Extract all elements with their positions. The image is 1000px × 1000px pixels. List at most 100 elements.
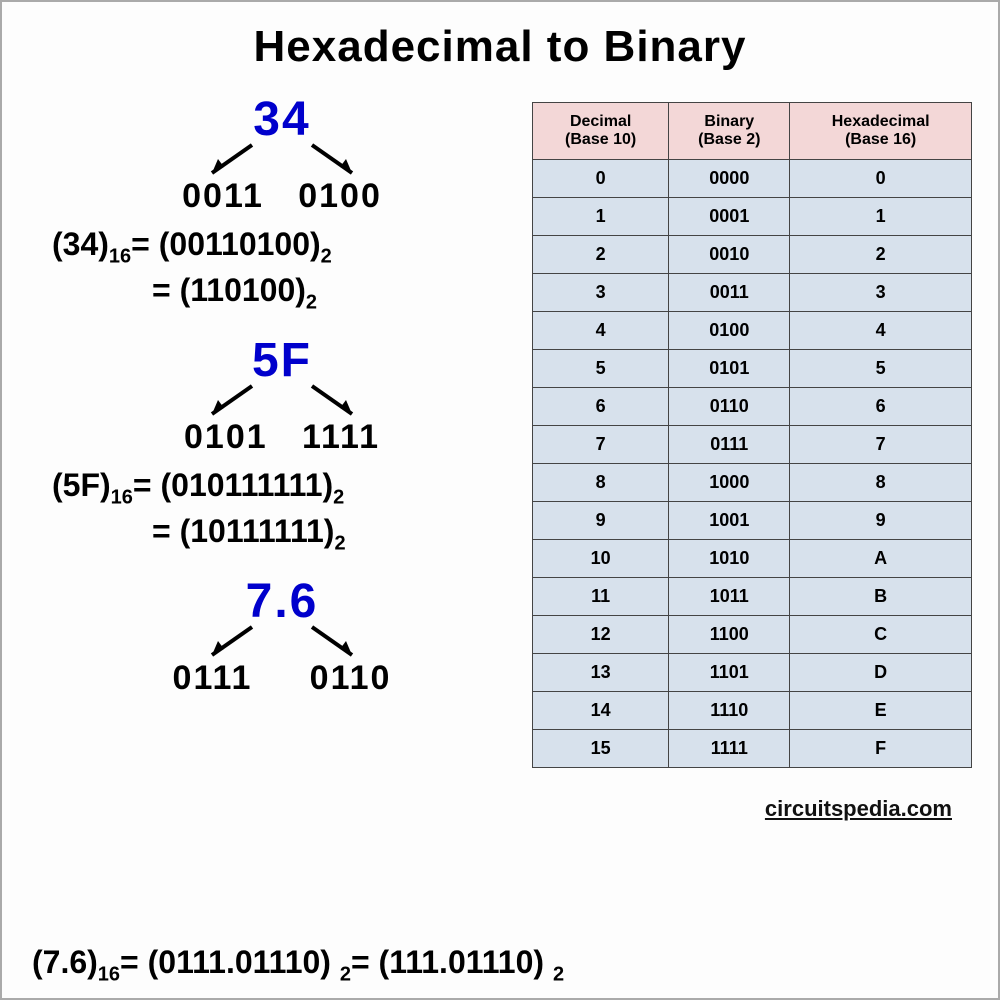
sub2: 2	[340, 963, 351, 985]
equals-sign: =	[152, 272, 171, 308]
split-arrows-3	[32, 625, 532, 661]
hex-value-1: 34	[32, 92, 532, 147]
equation-1-line1: (34)16= (00110100)2	[52, 226, 532, 268]
equals-sign: =	[152, 513, 171, 549]
eq1-simplified: (110100)	[180, 272, 306, 308]
table-cell: 1101	[669, 654, 790, 692]
table-cell: F	[790, 730, 972, 768]
table-cell: 8	[790, 464, 972, 502]
sub16: 16	[109, 245, 131, 267]
examples-column: 34 0011 0100 (34)16= (00110100)2	[32, 82, 532, 822]
credit-text: circuitspedia.com	[532, 796, 952, 822]
table-cell: 5	[790, 350, 972, 388]
conversion-table: Decimal(Base 10)Binary(Base 2)Hexadecima…	[532, 102, 972, 768]
table-cell: 12	[533, 616, 669, 654]
table-row: 601106	[533, 388, 972, 426]
equation-2-line1: (5F)16= (010111111)2	[52, 467, 532, 509]
table-cell: 7	[790, 426, 972, 464]
table-cell: 5	[533, 350, 669, 388]
table-cell: 1011	[669, 578, 790, 616]
eq2-rhs: (010111111)	[160, 467, 333, 503]
table-cell: 0	[790, 160, 972, 198]
split-arrows-1	[32, 143, 532, 179]
sub2: 2	[333, 486, 344, 508]
sub2: 2	[553, 963, 564, 985]
table-column: Decimal(Base 10)Binary(Base 2)Hexadecima…	[532, 82, 972, 822]
table-cell: 1	[790, 198, 972, 236]
eq3-rhs: (111.01110)	[379, 944, 545, 980]
table-row: 100011	[533, 198, 972, 236]
nibbles-2: 0101 1111	[32, 418, 532, 457]
table-cell: 0101	[669, 350, 790, 388]
table-cell: 10	[533, 540, 669, 578]
nibble-1b: 0100	[298, 177, 382, 215]
table-row: 401004	[533, 312, 972, 350]
table-row: 131101D	[533, 654, 972, 692]
table-cell: 15	[533, 730, 669, 768]
table-row: 121100C	[533, 616, 972, 654]
example-3: 7.6 0111 0110	[32, 574, 532, 698]
sub2: 2	[334, 533, 345, 555]
eq1-rhs: (00110100)	[159, 226, 321, 262]
equals-sign: =	[131, 226, 150, 262]
table-cell: E	[790, 692, 972, 730]
content-area: 34 0011 0100 (34)16= (00110100)2	[2, 82, 998, 822]
equation-1-line2: = (110100)2	[152, 272, 532, 314]
table-row: 000000	[533, 160, 972, 198]
nibbles-3: 0111 0110	[32, 659, 532, 698]
sub2: 2	[321, 245, 332, 267]
table-cell: 1110	[669, 692, 790, 730]
table-row: 701117	[533, 426, 972, 464]
table-cell: 0000	[669, 160, 790, 198]
table-cell: 3	[533, 274, 669, 312]
table-row: 151111F	[533, 730, 972, 768]
table-header: Decimal(Base 10)	[533, 103, 669, 160]
table-cell: 0001	[669, 198, 790, 236]
table-row: 910019	[533, 502, 972, 540]
table-cell: 0100	[669, 312, 790, 350]
table-header: Hexadecimal(Base 16)	[790, 103, 972, 160]
split-arrows-2	[32, 384, 532, 420]
table-cell: 1010	[669, 540, 790, 578]
table-cell: 4	[790, 312, 972, 350]
equation-2-line2: = (10111111)2	[152, 513, 532, 555]
table-cell: 3	[790, 274, 972, 312]
sub16: 16	[111, 486, 133, 508]
table-cell: 2	[533, 236, 669, 274]
table-cell: 1	[533, 198, 669, 236]
nibble-3a: 0111	[173, 659, 253, 697]
table-row: 111011B	[533, 578, 972, 616]
table-cell: 0	[533, 160, 669, 198]
table-cell: 13	[533, 654, 669, 692]
table-cell: 4	[533, 312, 669, 350]
table-row: 501015	[533, 350, 972, 388]
sub2: 2	[306, 292, 317, 314]
sub16: 16	[98, 963, 120, 985]
example-2: 5F 0101 1111 (5F)16= (010111111)2	[32, 333, 532, 556]
table-row: 141110E	[533, 692, 972, 730]
table-cell: C	[790, 616, 972, 654]
table-cell: D	[790, 654, 972, 692]
nibble-3b: 0110	[310, 659, 392, 697]
table-cell: 14	[533, 692, 669, 730]
table-cell: A	[790, 540, 972, 578]
equals-sign: =	[351, 944, 370, 980]
table-row: 810008	[533, 464, 972, 502]
nibble-1a: 0011	[182, 177, 264, 215]
table-cell: 6	[790, 388, 972, 426]
table-cell: 9	[790, 502, 972, 540]
equals-sign: =	[133, 467, 152, 503]
eq2-lhs: (5F)	[52, 467, 111, 503]
table-cell: 8	[533, 464, 669, 502]
table-row: 200102	[533, 236, 972, 274]
table-cell: 9	[533, 502, 669, 540]
table-row: 101010A	[533, 540, 972, 578]
table-cell: 2	[790, 236, 972, 274]
eq3-lhs: (7.6)	[32, 944, 98, 980]
table-row: 300113	[533, 274, 972, 312]
table-cell: 0011	[669, 274, 790, 312]
table-cell: 0111	[669, 426, 790, 464]
nibble-2b: 1111	[302, 418, 380, 456]
table-cell: 7	[533, 426, 669, 464]
table-cell: B	[790, 578, 972, 616]
